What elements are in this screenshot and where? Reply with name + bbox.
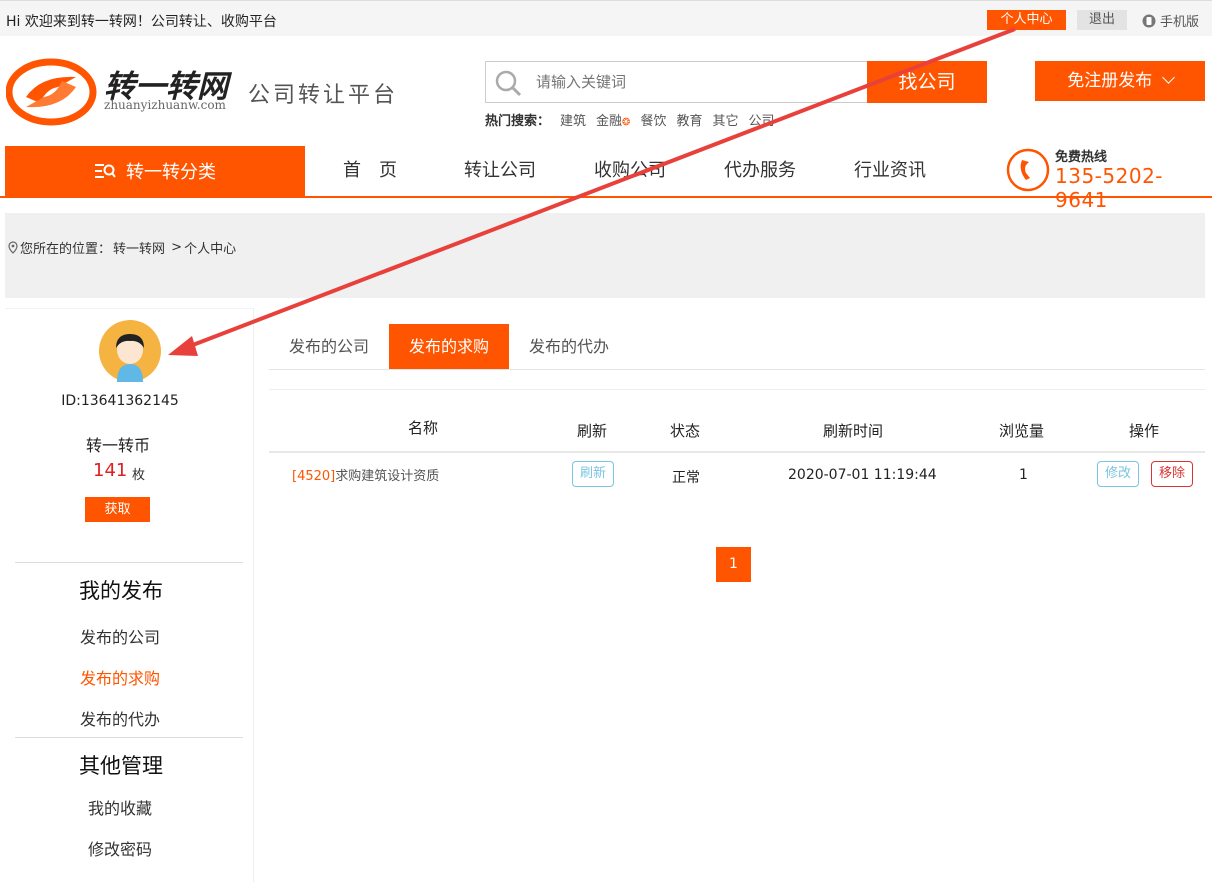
hotline: 免费热线 135-5202-9641 [1006,146,1212,212]
search-icon [495,70,522,97]
nav-industry-news[interactable]: 行业资讯 [854,146,926,196]
hot-keyword[interactable]: 金融❂ [596,110,630,129]
sidebar-item-published-companies[interactable]: 发布的公司 [80,624,160,648]
pagination-page-1[interactable]: 1 [716,547,751,582]
section-my-publish-title: 我的发布 [79,579,163,603]
menu-search-icon [95,164,116,178]
greeting-text: Hi 欢迎来到转一转网！公司转让、收购平台 [6,14,277,30]
mobile-icon [1142,14,1156,27]
logo-domain: zhuanyizhuanw.com [104,98,226,112]
category-button[interactable]: 转一转分类 [5,146,305,196]
section-other-manage-title: 其他管理 [79,754,163,778]
location-pin-icon [8,241,18,254]
site-logo[interactable]: 转一转网 zhuanyizhuanw.com [5,55,236,129]
column-header-actions: 操作 [1129,422,1160,440]
tab-published-acquisitions[interactable]: 发布的求购 [389,324,510,369]
breadcrumb-area: 您所在的位置： 转一转网 > 个人中心 [5,213,1205,298]
nav-agency-service[interactable]: 代办服务 [724,146,796,196]
breadcrumb-current: 个人中心 [184,242,237,257]
column-header-views: 浏览量 [999,422,1045,440]
status-text: 正常 [672,470,700,486]
sidebar-item-published-agency[interactable]: 发布的代办 [80,706,160,730]
publish-button-label: 免注册发布 [1067,71,1153,91]
publish-button[interactable]: 免注册发布 [1035,61,1205,101]
column-header-refresh: 刷新 [577,422,608,440]
view-count: 1 [1019,467,1028,483]
slogan: 公司转让平台 [248,83,399,108]
coin-label: 转一转币 [86,436,151,455]
user-center-link[interactable]: 个人中心 [987,10,1066,30]
edit-button[interactable]: 修改 [1097,461,1139,487]
nav-transfer-company[interactable]: 转让公司 [464,146,536,196]
mobile-version-link[interactable]: 手机版 [1142,11,1199,30]
phone-icon [1006,148,1050,192]
column-header-status: 状态 [670,422,701,440]
hot-keyword[interactable]: 其它 [712,110,738,129]
divider [15,562,243,563]
hot-keyword[interactable]: 建筑 [560,110,586,129]
tab-published-companies[interactable]: 发布的公司 [269,324,389,369]
refresh-time: 2020-07-01 11:19:44 [788,467,937,483]
find-company-button[interactable]: 找公司 [867,61,987,103]
item-title-link[interactable]: [4520]求购建筑设计资质 [292,465,439,484]
remove-button[interactable]: 移除 [1151,461,1193,487]
coin-unit: 枚 [132,468,146,483]
sidebar-item-favorites[interactable]: 我的收藏 [88,795,152,819]
coin-count: 141 [93,460,128,481]
breadcrumb-separator: > [167,240,183,255]
chevron-down-icon [1161,71,1175,84]
search-box [485,61,868,103]
divider [269,389,1205,390]
hot-keyword[interactable]: 餐饮 [640,110,666,129]
user-id: ID:13641362145 [61,393,179,409]
get-coin-button[interactable]: 获取 [85,497,150,522]
hot-keyword[interactable]: 教育 [676,110,702,129]
logout-link[interactable]: 退出 [1077,10,1127,30]
breadcrumb: 您所在的位置： 转一转网 > 个人中心 [8,238,236,257]
column-header-name: 名称 [408,419,439,437]
table-header-divider [269,451,1205,453]
top-bar: Hi 欢迎来到转一转网！公司转让、收购平台 个人中心 退出 手机版 [0,0,1212,36]
item-id: [4520] [292,469,336,484]
hotline-label: 免费热线 [1055,150,1108,165]
sidebar-item-published-acquisitions[interactable]: 发布的求购 [80,665,160,689]
hot-search-label: 热门搜索： [485,114,551,129]
mobile-version-label: 手机版 [1160,15,1200,30]
sidebar-item-change-password[interactable]: 修改密码 [88,836,152,860]
breadcrumb-home[interactable]: 转一转网 [113,238,165,257]
item-name: 求购建筑设计资质 [335,469,440,484]
nav-home[interactable]: 首 页 [343,146,397,196]
refresh-button[interactable]: 刷新 [572,461,614,487]
avatar[interactable] [99,320,161,382]
breadcrumb-prefix: 您所在的位置： [20,242,112,257]
nav-acquire-company[interactable]: 收购公司 [594,146,666,196]
hotline-number: 135-5202-9641 [1055,164,1164,212]
hot-flame-icon: ❂ [622,117,631,128]
search-input[interactable] [536,62,856,102]
hot-search: 热门搜索： 建筑 金融❂ 餐饮 教育 其它 公司 [485,110,775,129]
sidebar: ID:13641362145 转一转币 141 枚 获取 我的发布 发布的公司 … [5,308,254,882]
divider [15,737,243,738]
category-label: 转一转分类 [126,162,216,183]
publish-tabs: 发布的公司 发布的求购 发布的代办 [269,324,1205,370]
hot-keyword[interactable]: 公司 [748,110,774,129]
tab-published-agency[interactable]: 发布的代办 [509,324,629,369]
column-header-refresh-time: 刷新时间 [823,422,884,440]
